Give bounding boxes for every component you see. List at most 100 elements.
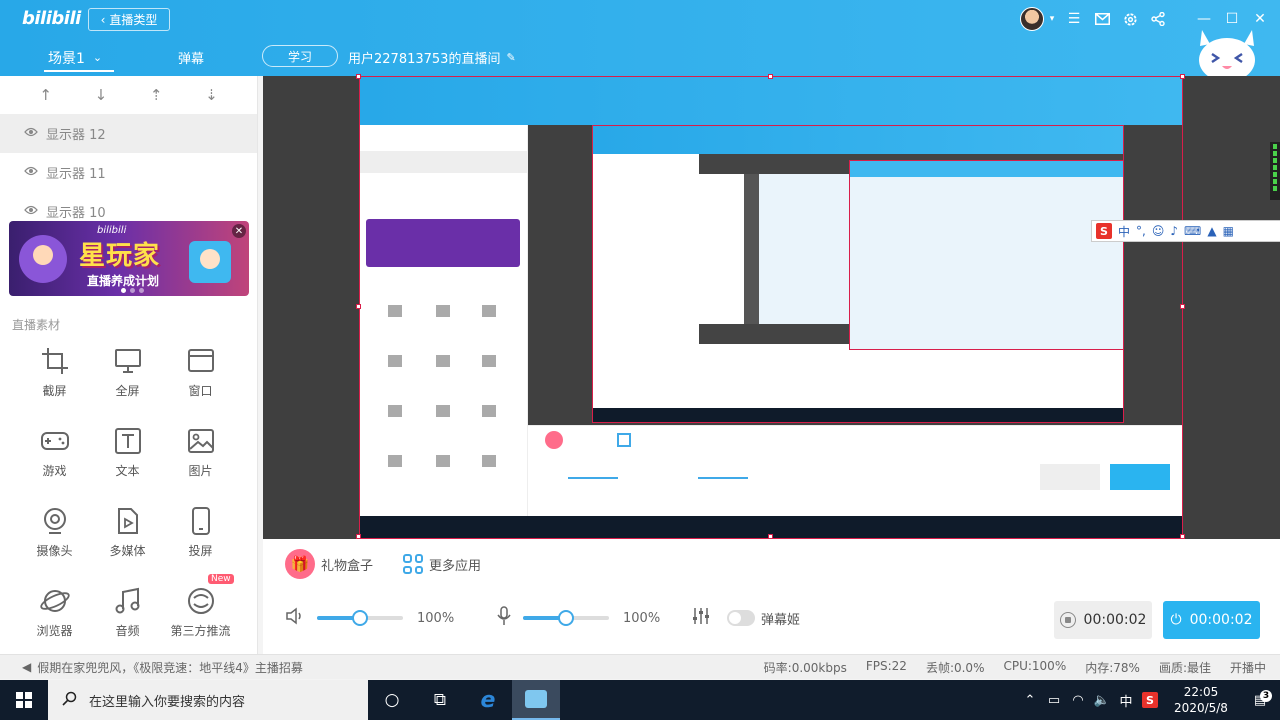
eye-icon[interactable] xyxy=(24,126,38,141)
slider-knob[interactable] xyxy=(558,610,574,626)
pager-dot[interactable] xyxy=(121,288,126,293)
settings-gear-icon[interactable] xyxy=(1116,0,1144,38)
more-apps-label: 更多应用 xyxy=(429,558,482,574)
material-label: 投屏 xyxy=(188,544,213,558)
punctuation-icon[interactable]: °, xyxy=(1136,224,1146,238)
live-type-button[interactable]: ‹ 直播类型 xyxy=(88,8,170,31)
eye-icon[interactable] xyxy=(24,165,38,180)
announcement[interactable]: ◀ 假期在家兜兜风，《极限竞速：地平线4》主播招募 xyxy=(22,659,303,676)
material-text[interactable]: 文本 xyxy=(91,426,164,486)
microphone-icon[interactable] xyxy=(497,606,511,630)
material-game[interactable]: 游戏 xyxy=(18,426,91,486)
resize-handle[interactable] xyxy=(768,74,773,79)
speaker-volume-slider[interactable] xyxy=(317,610,403,626)
stream-preview[interactable]: S 中 °, ☺ ♪ ⌨ ▲ ▦ xyxy=(263,74,1280,539)
move-top-icon[interactable]: ⇡ xyxy=(150,86,163,104)
resize-handle[interactable] xyxy=(1180,304,1185,309)
tab-scene[interactable]: 场景1 ⌄ xyxy=(30,43,130,72)
task-view-icon[interactable]: ⧉ xyxy=(416,680,464,720)
sogou-ime-icon[interactable]: S xyxy=(1096,223,1112,239)
promo-banner[interactable]: bilibili 星玩家 直播养成计划 ✕ xyxy=(9,221,249,296)
action-center-icon[interactable]: ▤ 3 xyxy=(1240,689,1280,708)
category-tag[interactable]: 学习 xyxy=(262,45,338,67)
eye-icon[interactable] xyxy=(24,204,38,219)
toolbox-icon[interactable]: ▦ xyxy=(1223,224,1234,238)
live-type-label: 直播类型 xyxy=(109,13,158,27)
more-apps-button[interactable]: 更多应用 xyxy=(403,554,481,574)
banner-close-icon[interactable]: ✕ xyxy=(232,224,246,238)
record-time: 00:00:02 xyxy=(1083,612,1147,628)
material-image[interactable]: 图片 xyxy=(164,426,237,486)
volume-icon[interactable]: 🔈 xyxy=(1090,693,1114,708)
mic-volume-value: 100% xyxy=(623,610,661,626)
input-language[interactable]: 中 xyxy=(1114,691,1138,710)
system-tray: ⌃ ▭ ◠ 🔈 中 S 22:05 2020/5/8 ▤ 3 xyxy=(1018,680,1280,720)
mic-volume-slider[interactable] xyxy=(523,610,609,626)
material-label: 图片 xyxy=(188,464,213,478)
source-item[interactable]: 显示器 12 xyxy=(0,114,257,153)
material-fullscreen[interactable]: 全屏 xyxy=(91,346,164,406)
material-third-party-stream[interactable]: New 第三方推流 xyxy=(164,574,237,646)
cortana-icon[interactable]: ○ xyxy=(368,680,416,720)
gift-box-label: 礼物盒子 xyxy=(321,558,374,574)
live-time: 00:00:02 xyxy=(1189,612,1253,628)
show-hidden-icons-icon[interactable]: ⌃ xyxy=(1018,693,1042,708)
speaker-icon[interactable] xyxy=(285,607,305,629)
emoji-icon[interactable]: ☺ xyxy=(1152,224,1165,238)
wifi-icon[interactable]: ◠ xyxy=(1066,693,1090,708)
gift-box-button[interactable]: 🎁 礼物盒子 xyxy=(285,549,373,579)
ime-toolbar[interactable]: S 中 °, ☺ ♪ ⌨ ▲ ▦ xyxy=(1091,220,1280,242)
resize-handle[interactable] xyxy=(356,304,361,309)
clock[interactable]: 22:05 2020/5/8 xyxy=(1162,684,1240,716)
keyboard-icon[interactable]: ⌨ xyxy=(1184,224,1201,238)
quality-stat: 画质:最佳 xyxy=(1158,660,1211,675)
material-browser[interactable]: 浏览器 xyxy=(18,586,91,646)
stream-icon xyxy=(187,588,214,614)
bilibili-live-app-icon[interactable] xyxy=(512,680,560,720)
bilibili-logo: bilibili xyxy=(22,8,81,29)
room-title[interactable]: 用户227813753的直播间 ✎ xyxy=(348,48,516,67)
edge-browser-icon[interactable]: e xyxy=(464,680,512,720)
tab-danmaku[interactable]: 弹幕 xyxy=(178,48,204,67)
resize-handle[interactable] xyxy=(356,74,361,79)
captured-display-preview xyxy=(359,76,1183,539)
ime-mode[interactable]: 中 xyxy=(1118,223,1130,240)
power-icon: ⏻ xyxy=(1170,612,1182,628)
material-window[interactable]: 窗口 xyxy=(164,346,237,406)
live-status: 开播中 xyxy=(1229,660,1266,675)
material-cast[interactable]: 投屏 xyxy=(164,506,237,566)
move-up-icon[interactable]: ↑ xyxy=(39,86,52,104)
material-screenshot[interactable]: 截屏 xyxy=(18,346,91,406)
move-bottom-icon[interactable]: ⇣ xyxy=(205,86,218,104)
menu-icon[interactable]: ☰ xyxy=(1060,0,1088,38)
edit-icon[interactable]: ✎ xyxy=(506,51,515,64)
skin-icon[interactable]: ▲ xyxy=(1207,224,1216,238)
record-button[interactable]: 00:00:02 xyxy=(1054,601,1152,639)
caret-down-icon[interactable]: ▾ xyxy=(1044,0,1060,38)
material-multimedia[interactable]: 多媒体 xyxy=(91,506,164,566)
material-audio[interactable]: 音频 xyxy=(91,586,164,646)
mail-icon[interactable] xyxy=(1088,0,1116,38)
start-button[interactable] xyxy=(0,680,48,720)
danmaku-toggle[interactable] xyxy=(727,610,755,626)
stream-stats: 码率:0.00kbps FPS:22 丢帧:0.0% CPU:100% 内存:7… xyxy=(764,659,1266,676)
slider-knob[interactable] xyxy=(352,610,368,626)
captured-preview-area xyxy=(528,125,1182,425)
avatar[interactable] xyxy=(1020,7,1044,31)
taskbar-search[interactable]: 在这里输入你要搜索的内容 xyxy=(48,680,368,720)
sogou-tray-icon[interactable]: S xyxy=(1138,692,1162,708)
materials-grid: 截屏 全屏 窗口 游戏 文本 图片 摄像头 多媒体 投屏 浏览器 音频 New … xyxy=(0,346,258,646)
move-down-icon[interactable]: ↓ xyxy=(95,86,108,104)
pager-dot[interactable] xyxy=(139,288,144,293)
resize-handle[interactable] xyxy=(1180,74,1185,79)
material-webcam[interactable]: 摄像头 xyxy=(18,506,91,566)
live-toggle-button[interactable]: ⏻ 00:00:02 xyxy=(1163,601,1260,639)
captured-controls-art xyxy=(545,431,1170,490)
pager-dot[interactable] xyxy=(130,288,135,293)
source-item[interactable]: 显示器 11 xyxy=(0,153,257,192)
network-icon[interactable]: ▭ xyxy=(1042,693,1066,708)
equalizer-icon[interactable] xyxy=(691,607,711,629)
share-icon[interactable] xyxy=(1144,0,1172,38)
media-file-icon xyxy=(117,508,138,534)
voice-input-icon[interactable]: ♪ xyxy=(1170,224,1178,238)
